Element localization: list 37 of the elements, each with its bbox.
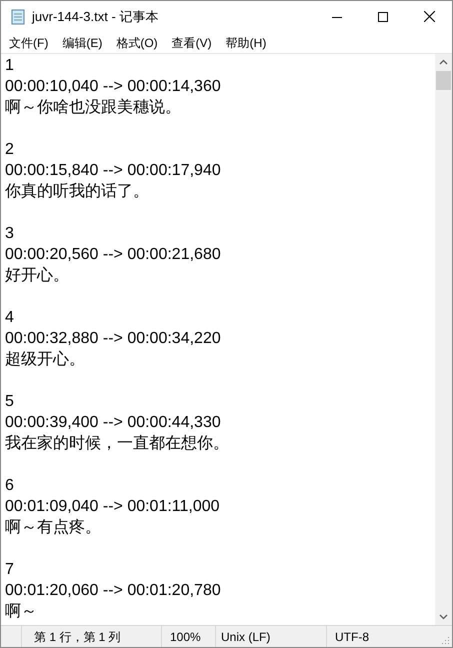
resize-grip-icon[interactable]	[440, 635, 450, 645]
line-ending: Unix (LF)	[221, 628, 270, 646]
notepad-icon	[10, 8, 26, 24]
close-icon	[424, 11, 434, 22]
menu-item[interactable]: 格式(O)	[109, 34, 165, 52]
text-line: 好开心。	[5, 266, 69, 286]
cursor-position: 第 1 行，第 1 列	[34, 628, 121, 646]
text-line: 2	[5, 140, 14, 160]
text-line: 你真的听我的话了。	[5, 182, 149, 202]
text-line: 00:01:09,040 --> 00:01:11,000	[5, 497, 220, 517]
menu-item[interactable]: 文件(F)	[2, 34, 56, 52]
text-line: 00:00:32,880 --> 00:00:34,220	[5, 329, 221, 349]
text-line: 7	[5, 560, 14, 580]
zoom-level: 100%	[170, 628, 201, 646]
text-line: 5	[5, 392, 14, 412]
menu-item[interactable]: 查看(V)	[164, 34, 219, 52]
maximize-icon	[378, 12, 388, 22]
text-line: 4	[5, 308, 14, 328]
text-line: 00:01:20,060 --> 00:01:20,780	[5, 581, 221, 601]
scrollbar[interactable]	[435, 54, 452, 625]
encoding: UTF-8	[335, 628, 369, 646]
window-title: juvr-144-3.txt - 记事本	[32, 8, 158, 26]
text-line: 3	[5, 224, 14, 244]
text-line: 00:00:10,040 --> 00:00:14,360	[5, 77, 221, 97]
menu-item[interactable]: 编辑(E)	[55, 34, 110, 52]
text-line: 超级开心。	[5, 350, 85, 370]
text-line: 我在家的时候，一直都在想你。	[5, 434, 229, 454]
text-line: 00:00:20,560 --> 00:00:21,680	[5, 245, 221, 265]
scroll-thumb[interactable]	[436, 71, 451, 90]
text-line: 啊～你啥也没跟美穗说。	[5, 98, 181, 118]
text-line: 6	[5, 476, 14, 496]
text-line: 啊～	[5, 602, 37, 622]
text-line: 00:00:15,840 --> 00:00:17,940	[5, 161, 221, 181]
menu-item[interactable]: 帮助(H)	[218, 34, 274, 52]
text-line: 00:00:39,400 --> 00:00:44,330	[5, 413, 221, 433]
text-line: 啊～有点疼。	[5, 518, 101, 538]
text-line: 1	[5, 56, 14, 76]
